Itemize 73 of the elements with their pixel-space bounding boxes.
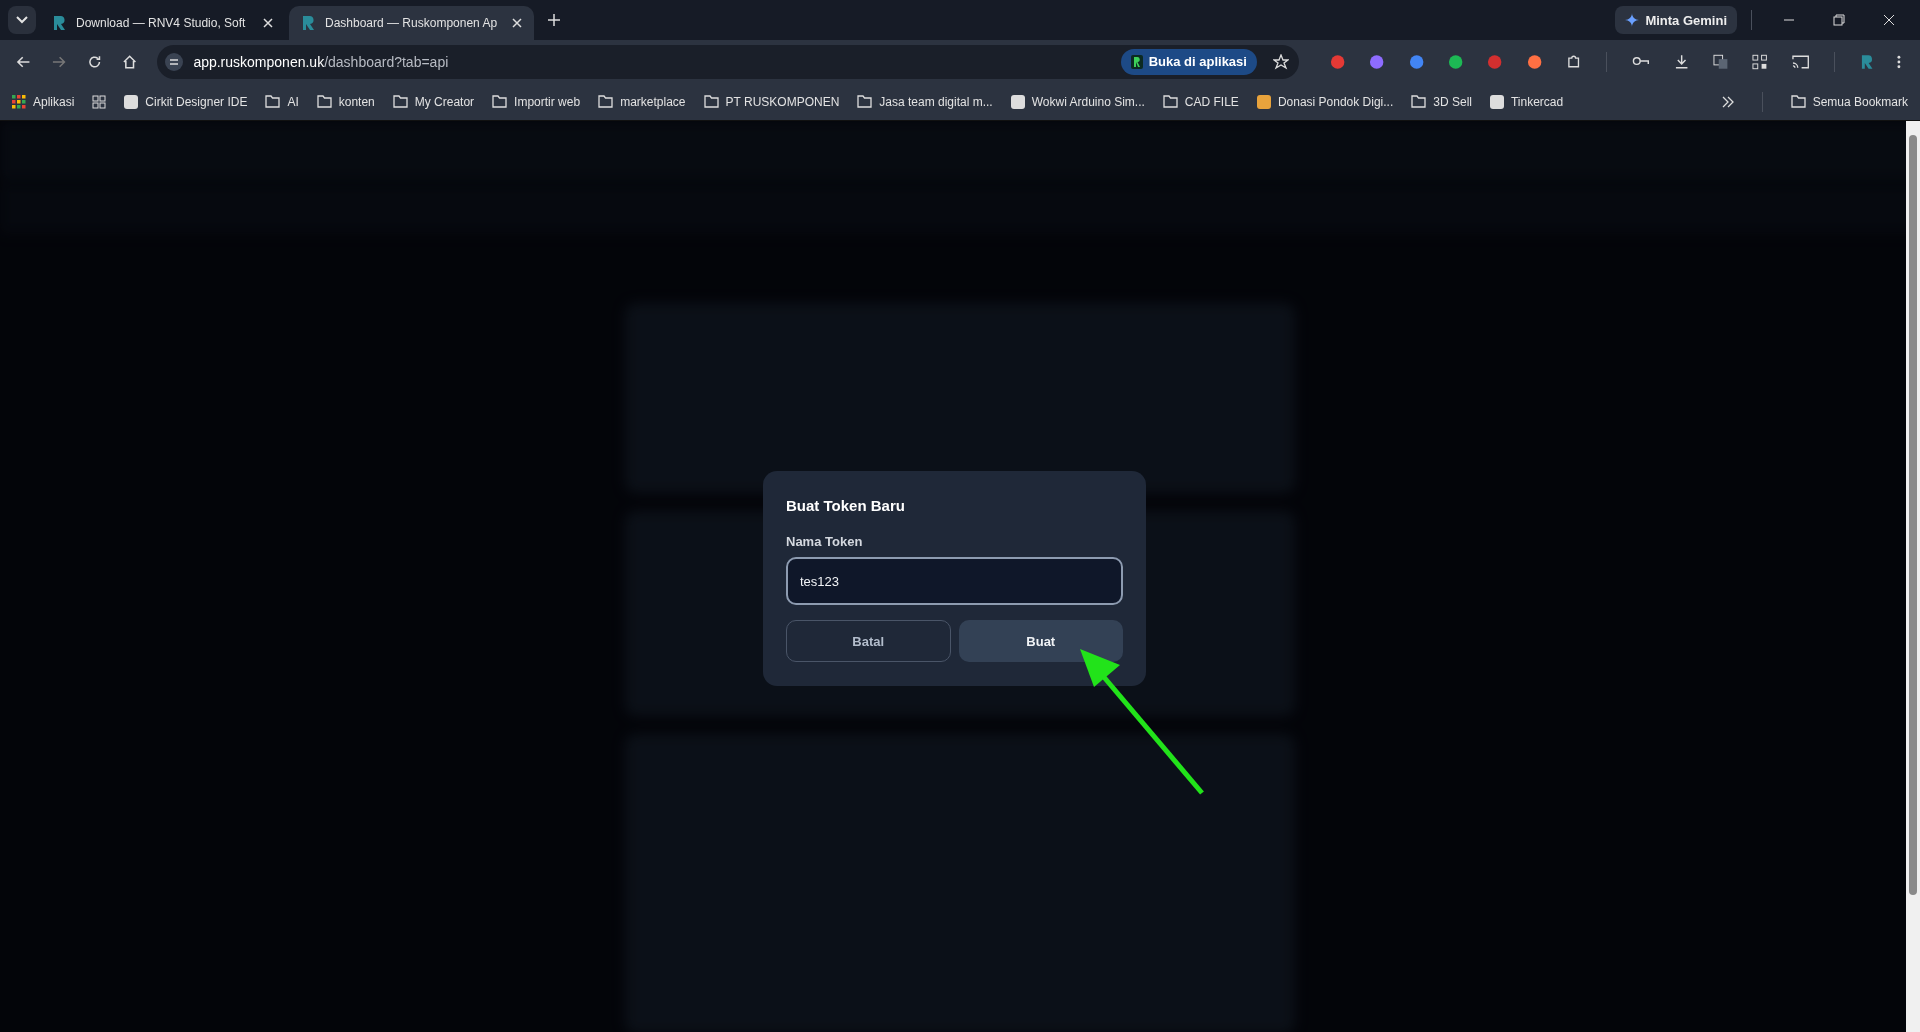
close-icon[interactable] <box>263 18 273 28</box>
logo-icon[interactable] <box>1859 53 1874 70</box>
bookmark-item[interactable]: PT RUSKOMPONEN <box>703 94 840 109</box>
translate-icon[interactable] <box>1712 53 1729 70</box>
scrollbar[interactable] <box>1906 121 1920 1032</box>
puzzle-icon[interactable] <box>1566 53 1582 70</box>
tab-title: Dashboard — Ruskomponen Ap <box>325 16 499 30</box>
star-icon[interactable] <box>1272 53 1289 70</box>
extension-icon[interactable] <box>1526 53 1542 70</box>
close-icon[interactable] <box>1883 14 1895 26</box>
bookmark-item[interactable]: Aplikasi <box>12 94 75 109</box>
bookmark-item[interactable]: Donasi Pondok Digi... <box>1256 94 1394 109</box>
cancel-button[interactable]: Batal <box>786 620 951 662</box>
grid-icon[interactable] <box>92 94 107 109</box>
bookmark-item[interactable]: Tinkercad <box>1489 94 1564 109</box>
token-name-field[interactable]: tes123 <box>786 557 1123 605</box>
cast-icon[interactable] <box>1791 53 1809 70</box>
site-icon <box>1256 94 1271 109</box>
bookmark-item[interactable]: AI <box>265 94 299 109</box>
restore-icon[interactable] <box>1833 14 1845 26</box>
more-icon[interactable] <box>1897 53 1902 70</box>
folder-icon <box>265 95 281 108</box>
logo-icon <box>301 15 315 31</box>
browser-tab[interactable]: Download — RNV4 Studio, Soft <box>40 6 285 40</box>
site-icon <box>1489 94 1504 109</box>
extension-icon[interactable] <box>1447 53 1464 70</box>
bookmark-item[interactable]: Importir web <box>492 94 581 109</box>
extension-icon[interactable] <box>1487 53 1503 70</box>
extension-icon[interactable] <box>1408 53 1424 70</box>
new-tab-icon[interactable] <box>548 14 560 26</box>
logo-icon <box>52 15 66 31</box>
create-button[interactable]: Buat <box>958 620 1123 662</box>
bookmark-item[interactable]: Jasa team digital m... <box>857 94 993 109</box>
folder-icon <box>598 95 614 108</box>
bookmark-item[interactable]: Wokwi Arduino Sim... <box>1010 94 1145 109</box>
download-icon[interactable] <box>1673 53 1689 70</box>
bookmark-item[interactable]: My Creator <box>392 94 475 109</box>
bookmark-item[interactable]: konten <box>316 94 375 109</box>
bookmark-item[interactable]: Cirkit Designer IDE <box>124 94 248 109</box>
folder-icon <box>857 95 873 108</box>
extension-icon[interactable] <box>1329 53 1346 70</box>
folder-icon <box>316 95 332 108</box>
address-bar[interactable]: app.ruskomponen.uk/dashboard?tab=api Buka di aplikasi <box>157 44 1299 79</box>
folder-icon <box>392 95 408 108</box>
bookmark-item[interactable]: CAD FILE <box>1162 94 1239 109</box>
bookmark-item[interactable]: Semua Bookmark <box>1790 94 1908 109</box>
apps-grid-icon <box>12 94 26 109</box>
tab-title: Download — RNV4 Studio, Soft <box>76 16 247 30</box>
folder-icon <box>1162 95 1178 108</box>
reload-icon[interactable] <box>86 53 103 70</box>
qr-code-icon[interactable] <box>1752 53 1768 70</box>
dialog-title: Buat Token Baru <box>786 497 906 514</box>
logo-icon <box>1130 54 1143 69</box>
home-icon[interactable] <box>122 53 138 70</box>
bookmark-item[interactable]: 3D Sell <box>1411 94 1472 109</box>
site-icon <box>124 94 139 109</box>
caret-icon <box>16 16 28 24</box>
browser-tab[interactable]: Dashboard — Ruskomponen Ap <box>289 6 534 40</box>
folder-icon <box>1411 95 1427 108</box>
extension-icon[interactable] <box>1369 53 1385 70</box>
chevrons-icon[interactable] <box>1721 95 1734 108</box>
folder-icon <box>1790 95 1806 108</box>
folder-icon <box>492 95 508 108</box>
url-text: app.ruskomponen.uk/dashboard?tab=api <box>193 53 449 70</box>
folder-icon <box>703 95 719 108</box>
gemini-button[interactable]: Minta Gemini <box>1615 6 1737 34</box>
open-in-app-button[interactable]: Buka di aplikasi <box>1120 48 1257 75</box>
site-settings-icon[interactable] <box>165 52 184 71</box>
site-icon <box>1010 94 1025 109</box>
field-label: Nama Token <box>786 534 864 549</box>
close-icon[interactable] <box>512 18 522 28</box>
bookmark-item[interactable]: marketplace <box>598 94 686 109</box>
tab-list-button[interactable] <box>8 6 36 34</box>
